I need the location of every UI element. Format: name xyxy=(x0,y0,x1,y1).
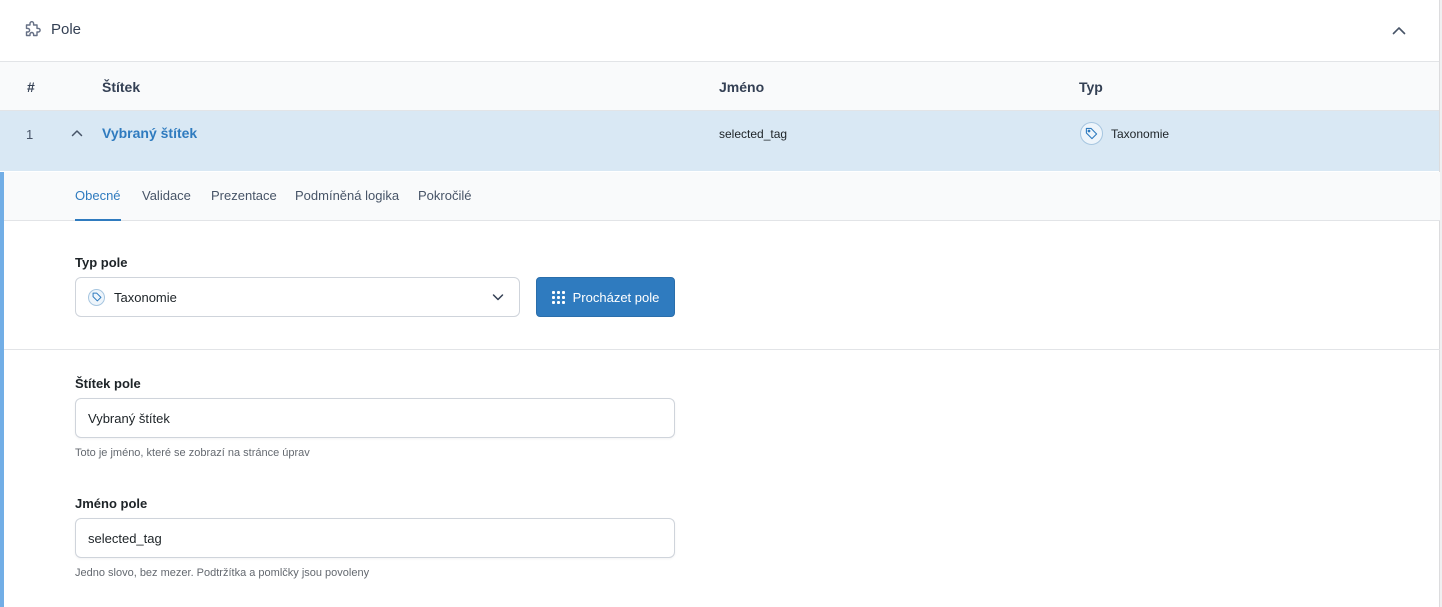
field-type-select[interactable]: Taxonomie xyxy=(75,277,520,317)
tag-icon xyxy=(88,288,105,306)
tab-presentation[interactable]: Prezentace xyxy=(211,188,277,221)
settings-tabs: Obecné Validace Prezentace Podmíněná log… xyxy=(4,172,1440,221)
browse-fields-label: Procházet pole xyxy=(572,289,660,305)
browse-fields-button[interactable]: Procházet pole xyxy=(536,277,675,317)
chevron-down-icon xyxy=(491,290,505,307)
panel-title: Pole xyxy=(51,21,82,38)
puzzle-icon xyxy=(22,20,42,40)
field-label-label: Štítek pole xyxy=(75,376,141,391)
column-header-name: Jméno xyxy=(719,79,765,95)
grid-icon xyxy=(551,290,565,304)
table-row[interactable]: 1 Vybraný štítek selected_tag Taxonomie xyxy=(0,111,1439,171)
fields-panel: Pole # Štítek Jméno Typ 1 Vybraný štítek… xyxy=(0,0,1440,607)
table-header: # Štítek Jméno Typ xyxy=(0,62,1439,111)
field-label-input[interactable] xyxy=(75,398,675,438)
tab-advanced[interactable]: Pokročilé xyxy=(418,188,471,221)
chevron-up-icon[interactable] xyxy=(68,124,86,142)
row-field-name: selected_tag xyxy=(719,127,788,141)
field-type-label: Typ pole xyxy=(75,255,128,270)
field-details-section: Štítek pole Toto je jméno, které se zobr… xyxy=(4,350,1440,606)
field-label-hint: Toto je jméno, které se zobrazí na strán… xyxy=(75,447,310,459)
row-number: 1 xyxy=(26,127,34,142)
field-type-value: Taxonomie xyxy=(114,289,177,305)
tab-general[interactable]: Obecné xyxy=(75,188,121,221)
column-header-num: # xyxy=(27,79,35,95)
chevron-up-icon[interactable] xyxy=(1387,18,1411,42)
column-header-label: Štítek xyxy=(102,79,141,95)
field-name-input[interactable] xyxy=(75,518,675,558)
tag-icon xyxy=(1080,122,1103,145)
field-name-label: Jméno pole xyxy=(75,496,148,511)
field-settings: Obecné Validace Prezentace Podmíněná log… xyxy=(0,172,1440,607)
row-field-type-label: Taxonomie xyxy=(1111,126,1170,141)
panel-header: Pole xyxy=(0,0,1439,62)
row-field-type: Taxonomie xyxy=(1080,122,1169,145)
field-type-section: Typ pole Taxonomie Procházet pole xyxy=(4,221,1440,350)
row-field-label[interactable]: Vybraný štítek xyxy=(102,125,197,141)
tab-validation[interactable]: Validace xyxy=(142,188,191,221)
tab-conditional-logic[interactable]: Podmíněná logika xyxy=(295,188,399,221)
column-header-type: Typ xyxy=(1079,79,1103,95)
field-name-hint: Jedno slovo, bez mezer. Podtržítka a pom… xyxy=(75,567,370,579)
